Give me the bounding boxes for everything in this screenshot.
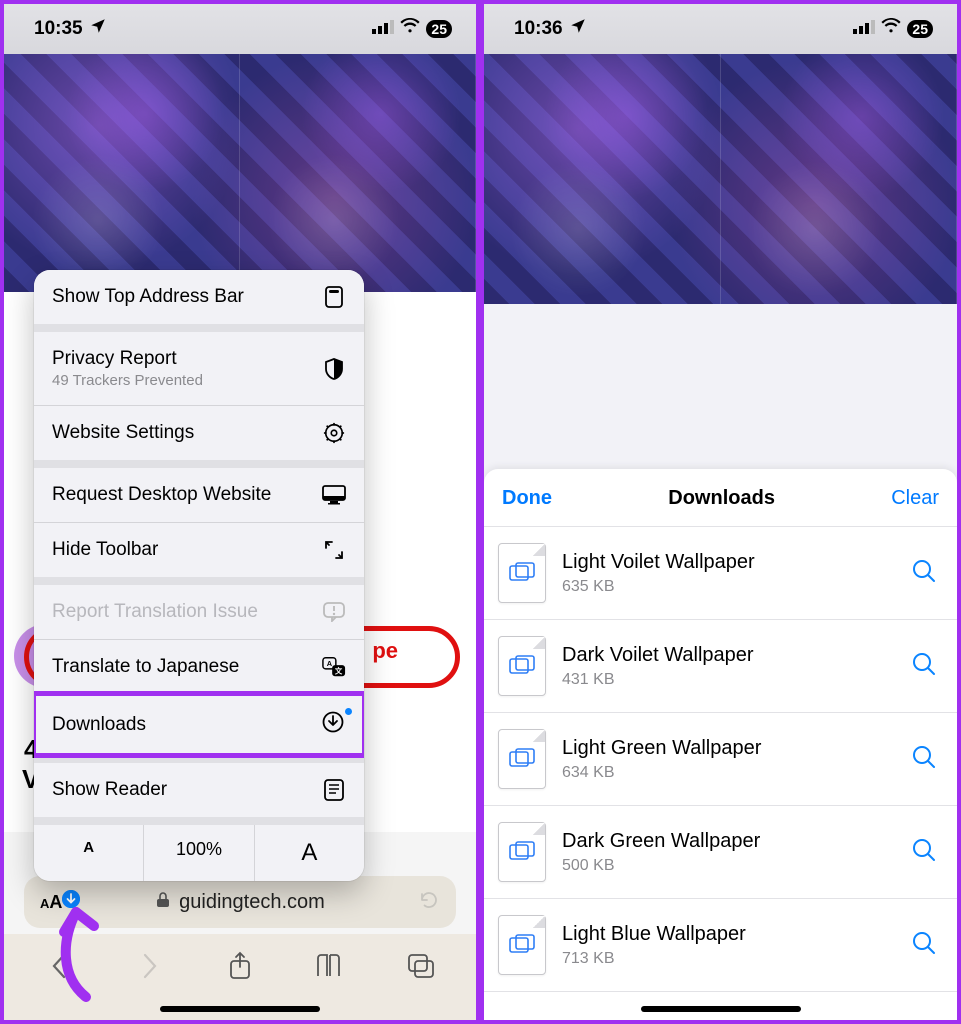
status-time: 10:35 — [34, 18, 83, 40]
bookmarks-button[interactable] — [307, 946, 353, 986]
download-size: 431 KB — [562, 671, 895, 689]
menu-downloads[interactable]: Downloads — [34, 694, 364, 755]
wifi-icon — [881, 18, 901, 40]
download-row[interactable]: Light Green Wallpaper 634 KB — [484, 713, 957, 806]
menu-translate[interactable]: Translate to Japanese A文 — [34, 639, 364, 694]
status-bar: 10:35 25 — [4, 4, 476, 54]
aa-button[interactable]: AA — [40, 892, 62, 913]
menu-item-label: Website Settings — [52, 422, 194, 444]
menu-show-top-address-bar[interactable]: Show Top Address Bar — [34, 270, 364, 324]
forward-button[interactable] — [127, 946, 173, 986]
download-name: Light Voilet Wallpaper — [562, 551, 895, 574]
desktop-icon — [322, 485, 346, 505]
cellular-icon — [853, 18, 875, 40]
done-button[interactable]: Done — [502, 487, 552, 510]
reader-icon — [322, 779, 346, 801]
menu-website-settings[interactable]: Website Settings — [34, 405, 364, 460]
menu-item-label: Downloads — [52, 714, 146, 736]
wifi-icon — [400, 18, 420, 40]
location-icon — [89, 17, 107, 41]
download-name: Light Blue Wallpaper — [562, 923, 895, 946]
zoom-out-button[interactable]: A — [34, 825, 143, 881]
cellular-icon — [372, 18, 394, 40]
lock-icon — [156, 891, 176, 913]
reveal-in-files-button[interactable] — [911, 744, 943, 775]
reveal-in-files-button[interactable] — [911, 930, 943, 961]
file-thumb-icon — [498, 729, 546, 789]
menu-hide-toolbar[interactable]: Hide Toolbar — [34, 522, 364, 577]
gear-icon — [322, 422, 346, 444]
download-list: Light Voilet Wallpaper 635 KB Dark Voilet … — [484, 526, 957, 992]
url-host: guidingtech.com — [74, 891, 406, 914]
download-row[interactable]: Dark Voilet Wallpaper 431 KB — [484, 620, 957, 713]
home-indicator — [641, 1006, 801, 1012]
download-row[interactable]: Dark Green Wallpaper 500 KB — [484, 806, 957, 899]
shield-half-icon — [322, 358, 346, 380]
aa-menu-popover: Show Top Address Bar Privacy Report 49 T… — [34, 270, 364, 881]
menu-item-label: Show Reader — [52, 779, 167, 801]
menu-item-subtitle: 49 Trackers Prevented — [52, 372, 203, 389]
reveal-in-files-button[interactable] — [911, 558, 943, 589]
download-name: Dark Voilet Wallpaper — [562, 644, 895, 667]
report-bubble-icon — [322, 602, 346, 622]
sheet-header: Done Downloads Clear — [484, 469, 957, 526]
svg-text:文: 文 — [334, 666, 343, 675]
reveal-in-files-button[interactable] — [911, 837, 943, 868]
tabs-button[interactable] — [398, 946, 444, 986]
reveal-in-files-button[interactable] — [911, 651, 943, 682]
wallpaper-preview — [4, 54, 476, 292]
zoom-control-row: A 100% A — [34, 817, 364, 881]
sheet-title: Downloads — [668, 487, 775, 510]
download-size: 713 KB — [562, 950, 895, 968]
zoom-in-button[interactable]: A — [254, 825, 364, 881]
menu-item-label: Hide Toolbar — [52, 539, 158, 561]
location-icon — [569, 17, 587, 41]
file-thumb-icon — [498, 915, 546, 975]
file-thumb-icon — [498, 543, 546, 603]
zoom-value[interactable]: 100% — [143, 825, 253, 881]
menu-request-desktop[interactable]: Request Desktop Website — [34, 460, 364, 522]
aa-download-dot-icon — [62, 890, 80, 908]
download-icon — [322, 711, 346, 739]
download-size: 634 KB — [562, 764, 895, 782]
reload-icon[interactable] — [418, 889, 440, 916]
clear-button[interactable]: Clear — [891, 487, 939, 510]
file-thumb-icon — [498, 636, 546, 696]
download-size: 635 KB — [562, 578, 895, 596]
download-row[interactable]: Light Voilet Wallpaper 635 KB — [484, 527, 957, 620]
screenshot-left: 10:35 25 pe 4 V Show Top Address Bar — [0, 0, 480, 1024]
status-time: 10:36 — [514, 18, 563, 40]
translate-icon: A文 — [322, 656, 346, 678]
svg-text:A: A — [327, 659, 333, 668]
menu-report-translation: Report Translation Issue — [34, 577, 364, 639]
downloads-sheet: Done Downloads Clear Light Voilet Wallpa… — [484, 469, 957, 1020]
battery-badge: 25 — [907, 20, 933, 38]
menu-item-label: Request Desktop Website — [52, 484, 271, 506]
address-bar-top-icon — [322, 286, 346, 308]
back-button[interactable] — [36, 946, 82, 986]
expand-arrows-icon — [322, 540, 346, 560]
url-bar[interactable]: AA guidingtech.com — [24, 876, 456, 928]
download-name: Light Green Wallpaper — [562, 737, 895, 760]
menu-item-label: Show Top Address Bar — [52, 286, 244, 308]
menu-show-reader[interactable]: Show Reader — [34, 755, 364, 817]
menu-item-label: Privacy Report — [52, 348, 203, 370]
file-thumb-icon — [498, 822, 546, 882]
menu-item-label: Translate to Japanese — [52, 656, 239, 678]
download-name: Dark Green Wallpaper — [562, 830, 895, 853]
wallpaper-preview — [484, 54, 957, 304]
status-bar: 10:36 25 — [484, 4, 957, 54]
battery-badge: 25 — [426, 20, 452, 38]
download-size: 500 KB — [562, 857, 895, 875]
download-row[interactable]: Light Blue Wallpaper 713 KB — [484, 899, 957, 992]
screenshot-right: 10:36 25 Done Downloads Clear Light Voil… — [480, 0, 961, 1024]
home-indicator — [160, 1006, 320, 1012]
menu-item-label: Report Translation Issue — [52, 601, 258, 623]
share-button[interactable] — [217, 946, 263, 986]
menu-privacy-report[interactable]: Privacy Report 49 Trackers Prevented — [34, 324, 364, 405]
